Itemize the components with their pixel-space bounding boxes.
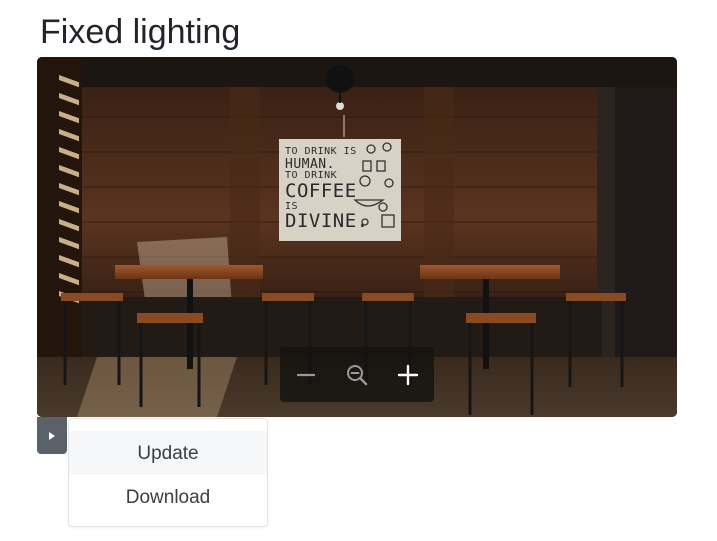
zoom-reset-button[interactable] xyxy=(339,357,375,393)
menu-item-download[interactable]: Download xyxy=(69,475,267,521)
image-viewer[interactable]: TO DRINK IS HUMAN. TO DRINK COFFEE IS DI… xyxy=(37,57,677,417)
zoom-toolbar xyxy=(280,347,434,402)
page-title: Fixed lighting xyxy=(40,13,241,51)
menu-toggle-button[interactable] xyxy=(37,417,67,454)
poster-text: TO DRINK IS HUMAN. TO DRINK COFFEE IS DI… xyxy=(285,146,369,233)
zoom-out-button[interactable] xyxy=(288,357,324,393)
caret-right-icon xyxy=(49,431,55,440)
plus-icon xyxy=(398,364,419,385)
menu-item-update[interactable]: Update xyxy=(69,431,267,477)
poster-line: DIVINE. xyxy=(285,210,369,233)
poster-line: HUMAN. xyxy=(285,156,335,172)
minus-icon xyxy=(296,373,315,376)
zoom-in-button[interactable] xyxy=(390,357,426,393)
magnifier-minus-icon xyxy=(346,364,368,385)
poster-line: TO DRINK IS xyxy=(285,146,357,157)
poster-line: COFFEE xyxy=(285,179,357,202)
dropdown-menu: Update Download xyxy=(68,418,268,527)
